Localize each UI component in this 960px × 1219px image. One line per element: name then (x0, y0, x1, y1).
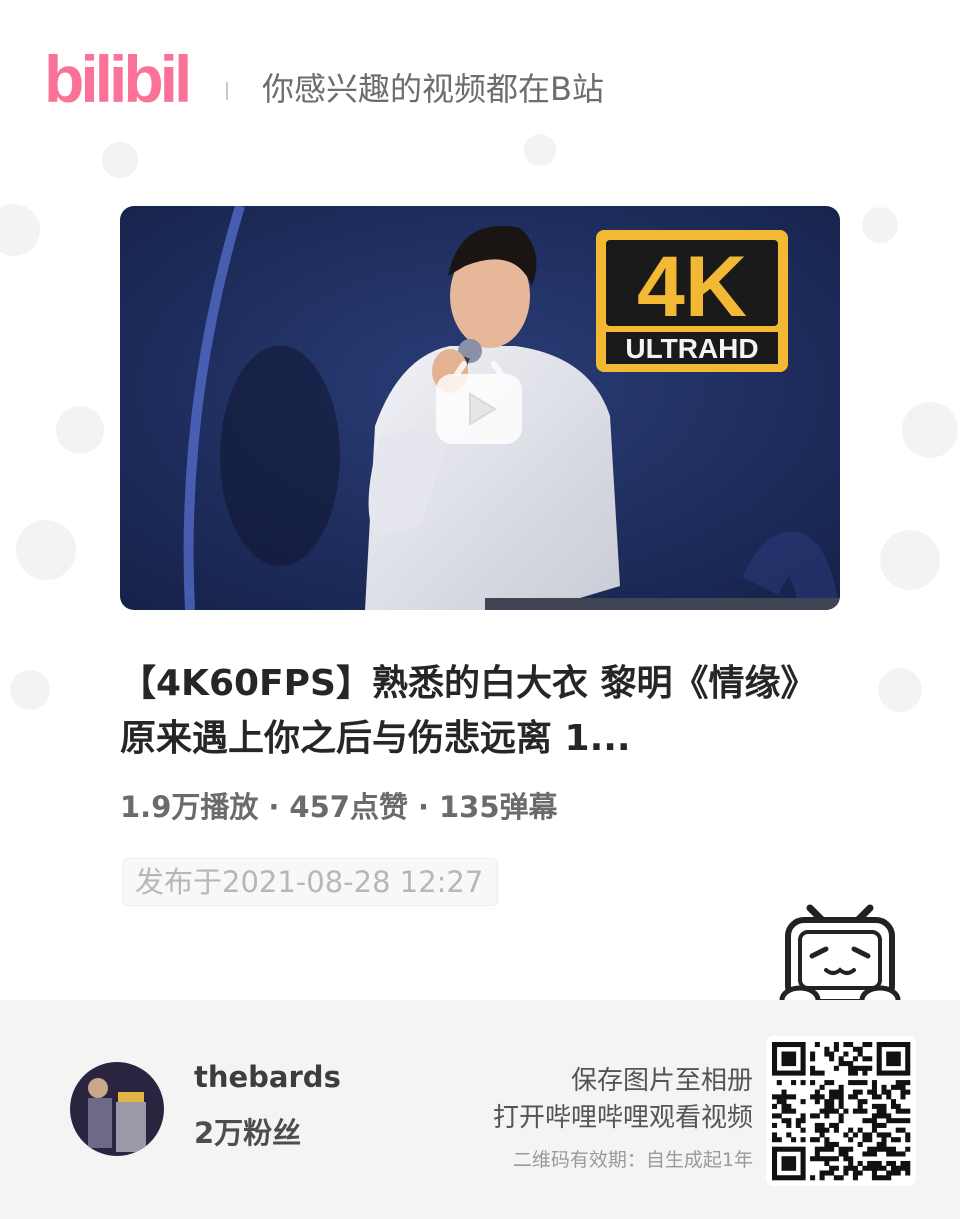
bilibili-logo[interactable]: bilibili (44, 42, 207, 118)
logo-text: bilibili (44, 44, 188, 108)
video-thumbnail[interactable]: 4K ULTRAHD (120, 206, 840, 610)
qr-code[interactable] (766, 1036, 916, 1186)
qr-validity: 二维码有效期：自生成起1年 (512, 1149, 753, 1171)
4k-badge: 4K ULTRAHD (596, 230, 788, 372)
header-divider (226, 82, 228, 100)
play-count: 1.9万播放 (120, 790, 259, 824)
play-icon[interactable] (436, 361, 522, 444)
video-title[interactable]: 【4K60FPS】熟悉的白大衣 黎明《情缘》原来遇上你之后与伤悲远离 1... (120, 656, 840, 766)
header: bilibili 你感兴趣的视频都在B站 (0, 0, 960, 140)
separator: · (417, 790, 429, 824)
separator: · (268, 790, 280, 824)
slogan: 你感兴趣的视频都在B站 (262, 70, 604, 108)
badge-sub-text: ULTRAHD (625, 333, 758, 364)
save-hint: 保存图片至相册 (570, 1066, 753, 1096)
open-hint: 打开哔哩哔哩观看视频 (492, 1103, 753, 1133)
danmaku-count: 135弹幕 (438, 790, 558, 824)
uploader-name[interactable]: thebards (194, 1060, 341, 1094)
uploader-avatar[interactable] (70, 1062, 164, 1156)
video-stats: 1.9万播放 · 457点赞 · 135弹幕 (120, 784, 558, 826)
fan-count: 2万粉丝 (194, 1116, 302, 1150)
like-count: 457点赞 (289, 790, 408, 824)
publish-date: 发布于2021-08-28 12:27 (122, 858, 499, 906)
tv-mascot-icon (779, 904, 901, 1015)
badge-main-text: 4K (637, 239, 747, 335)
